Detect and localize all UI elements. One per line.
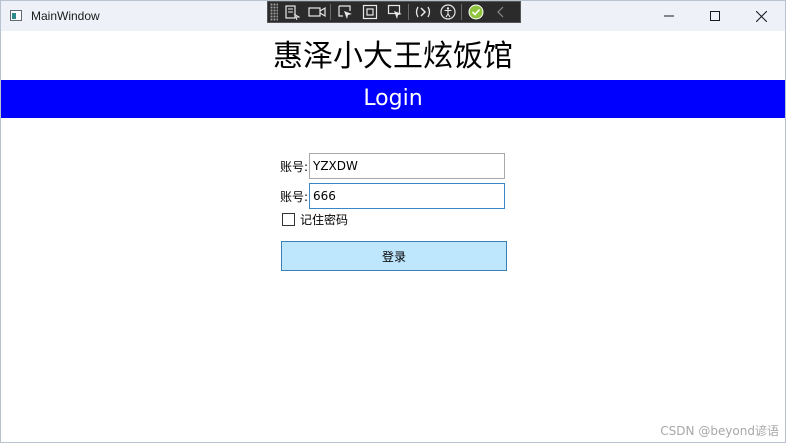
xaml-debug-toolbar — [267, 1, 521, 23]
hot-reload-status-icon — [468, 4, 484, 20]
remember-password-option[interactable]: 记住密码 — [282, 211, 348, 228]
collapse-icon — [497, 6, 504, 18]
layout-adorners-button[interactable] — [359, 2, 381, 22]
live-visual-tree-button[interactable] — [281, 2, 303, 22]
password-input[interactable] — [309, 183, 505, 209]
toolbar-separator — [461, 4, 462, 20]
username-input[interactable] — [309, 153, 505, 179]
hot-reload-icon — [415, 6, 431, 18]
toolbar-separator — [330, 4, 331, 20]
select-element-button[interactable] — [334, 2, 356, 22]
app-window-icon — [10, 10, 22, 21]
hot-reload-button[interactable] — [412, 2, 434, 22]
accessibility-button[interactable] — [437, 2, 459, 22]
toolbar-grip-icon[interactable] — [270, 3, 278, 21]
main-window: MainWindow 惠泽小大王炫饭馆 Login 账号: YZXDW 账号: … — [0, 0, 786, 443]
minimize-icon — [664, 15, 674, 17]
accessibility-icon — [440, 4, 456, 20]
password-label: 账号: — [280, 190, 309, 204]
maximize-button[interactable] — [692, 1, 738, 31]
collapse-toolbar-button[interactable] — [490, 2, 512, 22]
maximize-icon — [710, 11, 720, 21]
live-visual-tree-icon — [285, 5, 300, 20]
track-focus-button[interactable] — [384, 2, 406, 22]
record-button[interactable] — [306, 2, 328, 22]
display-layout-adorners-icon — [362, 4, 378, 20]
remember-password-label: 记住密码 — [300, 213, 349, 227]
close-icon — [755, 10, 767, 22]
close-button[interactable] — [738, 1, 784, 31]
login-banner: Login — [1, 80, 785, 118]
select-element-icon — [338, 5, 352, 19]
toolbar-separator — [408, 4, 409, 20]
minimize-button[interactable] — [646, 1, 692, 31]
login-button[interactable]: 登录 — [281, 241, 507, 271]
video-icon — [308, 6, 326, 18]
remember-password-checkbox[interactable] — [282, 213, 295, 226]
hot-reload-status[interactable] — [465, 2, 487, 22]
watermark: CSDN @beyond谚语 — [660, 424, 779, 438]
username-label: 账号: — [280, 160, 309, 174]
track-focused-element-icon — [387, 4, 402, 19]
window-title: MainWindow — [31, 9, 100, 23]
app-title: 惠泽小大王炫饭馆 — [273, 39, 513, 74]
